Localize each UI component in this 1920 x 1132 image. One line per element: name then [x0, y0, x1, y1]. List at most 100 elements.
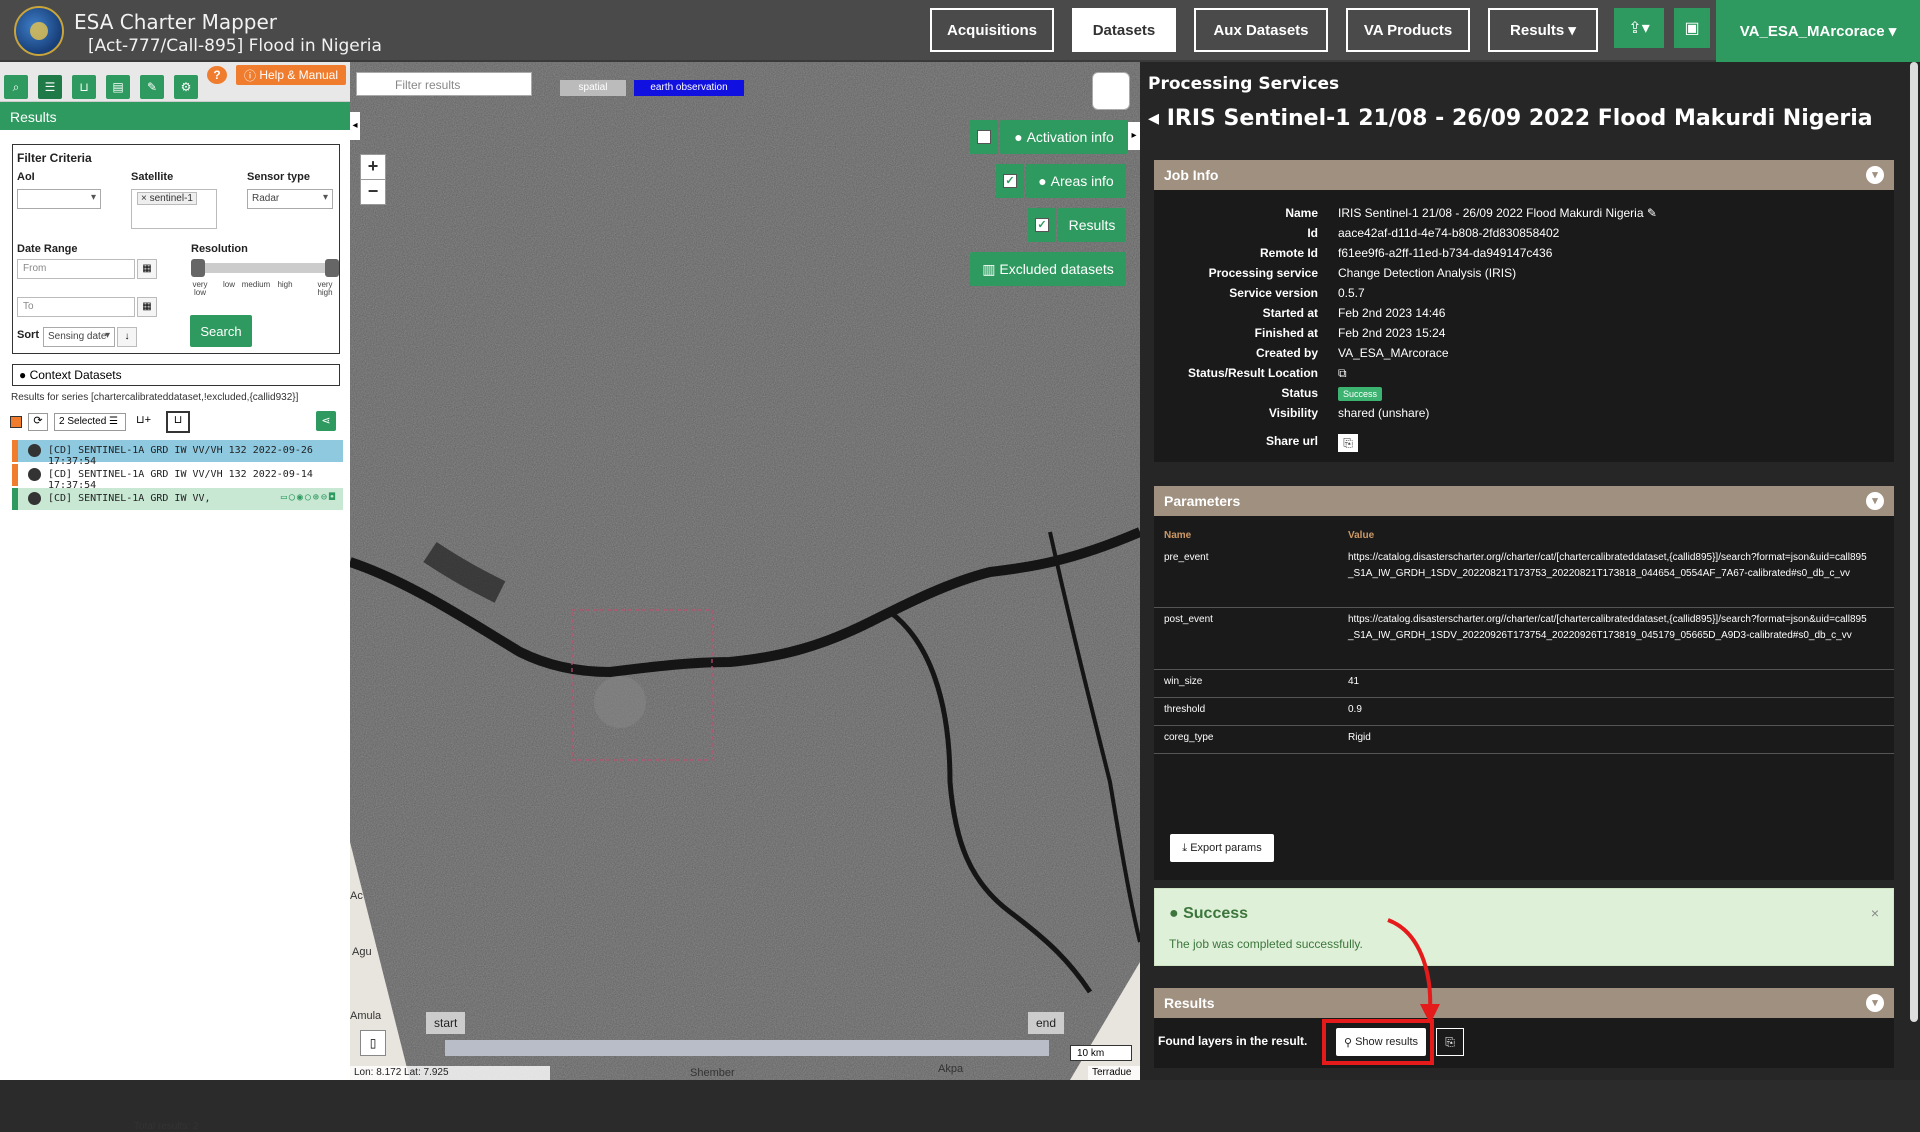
slider-max-handle[interactable]	[325, 259, 339, 277]
selected-menu[interactable]: 2 Selected ☰	[54, 413, 126, 431]
copy-icon[interactable]: ⎘	[1338, 434, 1358, 452]
job-info-value: Success	[1338, 386, 1383, 401]
job-info-key: Service version	[1229, 286, 1318, 300]
zoom-in-button[interactable]: +	[360, 154, 386, 180]
sort-direction-icon[interactable]: ↓	[117, 327, 137, 347]
pencil-icon[interactable]: ✎	[140, 75, 164, 99]
job-info-value[interactable]: ⧉	[1338, 366, 1347, 381]
table-row: threshold 0.9	[1154, 698, 1894, 726]
gear-icon[interactable]: ⚙	[174, 75, 198, 99]
basket-icon[interactable]: ⊔	[166, 411, 190, 433]
filter-results-input[interactable]: Filter results	[356, 72, 532, 96]
satellite-label: Satellite	[131, 171, 174, 183]
select-all-checkbox[interactable]	[10, 416, 22, 428]
search-icon[interactable]: ⌕	[4, 75, 28, 99]
param-header-value: Value	[1348, 530, 1375, 541]
context-datasets[interactable]: ● Context Datasets	[12, 364, 340, 386]
nav-results[interactable]: Results ▾	[1488, 8, 1598, 52]
sort-select[interactable]: Sensing date	[43, 327, 115, 347]
slider-min-handle[interactable]	[191, 259, 205, 277]
parameters-header[interactable]: Parameters ▾	[1154, 486, 1894, 516]
satellite-tag[interactable]: × sentinel-1	[137, 192, 197, 205]
copy-icon[interactable]: ⎘	[1436, 1028, 1464, 1056]
item-actions-icons[interactable]: ▭◯◉○⊕⊖◘	[281, 492, 337, 503]
user-name: VA_ESA_MArcorace	[1739, 22, 1885, 40]
upload-icon[interactable]: ⇪▾	[1614, 8, 1664, 48]
resolution-label: Resolution	[191, 243, 248, 255]
satellite-select[interactable]: × sentinel-1	[131, 189, 217, 229]
top-bar: ESA Charter Mapper [Act-777/Call-895] Fl…	[0, 0, 1920, 62]
timeline-end[interactable]: end	[1028, 1012, 1065, 1034]
nav-aux-datasets[interactable]: Aux Datasets	[1194, 8, 1328, 52]
panel-toggle-icon[interactable]: ▸	[1128, 122, 1140, 150]
resolution-level: very low	[192, 280, 208, 297]
sensor-type-label: Sensor type	[247, 171, 310, 183]
share-icon[interactable]: ⋖	[316, 411, 336, 431]
job-info-value: 0.5.7	[1338, 286, 1365, 300]
resolution-slider[interactable]	[191, 259, 339, 277]
help-manual-button[interactable]: ⓘ Help & Manual	[236, 65, 346, 85]
map-view[interactable]: Filter results spatial earth observation…	[350, 62, 1140, 1080]
collapse-left-icon[interactable]: ◂	[350, 112, 360, 140]
back-icon[interactable]: ◂	[1148, 106, 1167, 131]
layers-icon[interactable]	[1092, 72, 1130, 110]
briefcase-icon[interactable]: ▣	[1674, 8, 1710, 48]
job-info-key: Remote Id	[1259, 246, 1318, 260]
job-info-key: Share url	[1265, 434, 1318, 448]
areas-info-button[interactable]: ● Areas info	[1026, 164, 1126, 198]
scrollbar[interactable]	[1910, 62, 1918, 1022]
user-menu[interactable]: VA_ESA_MArcorace ▾	[1716, 0, 1920, 62]
sensor-type-select[interactable]: Radar	[247, 189, 333, 209]
job-info-header[interactable]: Job Info ▾	[1154, 160, 1894, 190]
results-header[interactable]: Results ▾	[1154, 988, 1894, 1018]
aoi-select[interactable]	[17, 189, 101, 209]
activation-title: [Act-777/Call-895] Flood in Nigeria	[88, 36, 382, 56]
list-icon[interactable]: ☰	[38, 75, 62, 99]
basket-icon[interactable]: ⊔	[72, 75, 96, 99]
list-item[interactable]: [CD] SENTINEL-1A GRD IW VV, ▭◯◉○⊕⊖◘	[12, 488, 343, 510]
close-icon[interactable]: ×	[1871, 905, 1879, 921]
date-to-input[interactable]: To	[17, 297, 135, 317]
zoom-out-button[interactable]: −	[360, 179, 386, 205]
chevron-down-icon[interactable]: ▾	[1866, 166, 1884, 184]
tag-spatial[interactable]: spatial	[560, 80, 626, 96]
date-range-label: Date Range	[17, 243, 78, 255]
timeline-start[interactable]: start	[426, 1012, 466, 1034]
nav-acquisitions[interactable]: Acquisitions	[930, 8, 1054, 52]
job-info-value[interactable]: shared (unshare)	[1338, 406, 1429, 420]
chevron-down-icon[interactable]: ▾	[1866, 994, 1884, 1012]
table-row: win_size 41	[1154, 670, 1894, 698]
nav-va-products[interactable]: VA Products	[1346, 8, 1470, 52]
aoi-label: AoI	[17, 171, 35, 183]
timeline-bar[interactable]	[445, 1040, 1049, 1056]
excluded-datasets-button[interactable]: ▥ Excluded datasets	[970, 252, 1126, 286]
results-checkbox[interactable]: ✓	[1028, 208, 1056, 242]
param-name: post_event	[1164, 614, 1213, 625]
archive-icon[interactable]: ▤	[106, 75, 130, 99]
job-info-key: Status/Result Location	[1187, 366, 1318, 380]
attribution: Terradue	[1088, 1066, 1140, 1080]
tag-earth-observation[interactable]: earth observation	[634, 80, 744, 96]
help-icon[interactable]: ?	[207, 66, 227, 84]
activation-info-checkbox[interactable]	[970, 120, 998, 154]
areas-info-checkbox[interactable]: ✓	[996, 164, 1024, 198]
nav-datasets[interactable]: Datasets	[1072, 8, 1176, 52]
job-info-value: VA_ESA_MArcorace	[1338, 346, 1449, 360]
add-to-basket-icon[interactable]: ⊔+	[136, 413, 156, 431]
export-params-button[interactable]: ⤓ Export params	[1170, 834, 1274, 862]
refresh-icon[interactable]: ⟳	[28, 413, 48, 431]
calendar-icon[interactable]: ▦	[137, 259, 157, 279]
chevron-down-icon[interactable]: ▾	[1866, 492, 1884, 510]
results-section: Results ▾ Found layers in the result.	[1154, 988, 1894, 1068]
timeline-toggle-icon[interactable]: ▯	[360, 1030, 386, 1056]
calendar-icon[interactable]: ▦	[137, 297, 157, 317]
resolution-level: medium	[241, 280, 271, 289]
activation-info-button[interactable]: ● Activation info	[1000, 120, 1128, 154]
date-from-input[interactable]: From	[17, 259, 135, 279]
results-overlay-button[interactable]: Results	[1058, 208, 1126, 242]
list-item[interactable]: [CD] SENTINEL-1A GRD IW VV/VH 132 2022-0…	[12, 440, 343, 467]
list-item[interactable]: [CD] SENTINEL-1A GRD IW VV/VH 132 2022-0…	[12, 464, 343, 491]
resolution-level: low	[222, 280, 235, 289]
search-button[interactable]: Search	[190, 315, 252, 347]
caret-down-icon: ▾	[1564, 22, 1576, 39]
